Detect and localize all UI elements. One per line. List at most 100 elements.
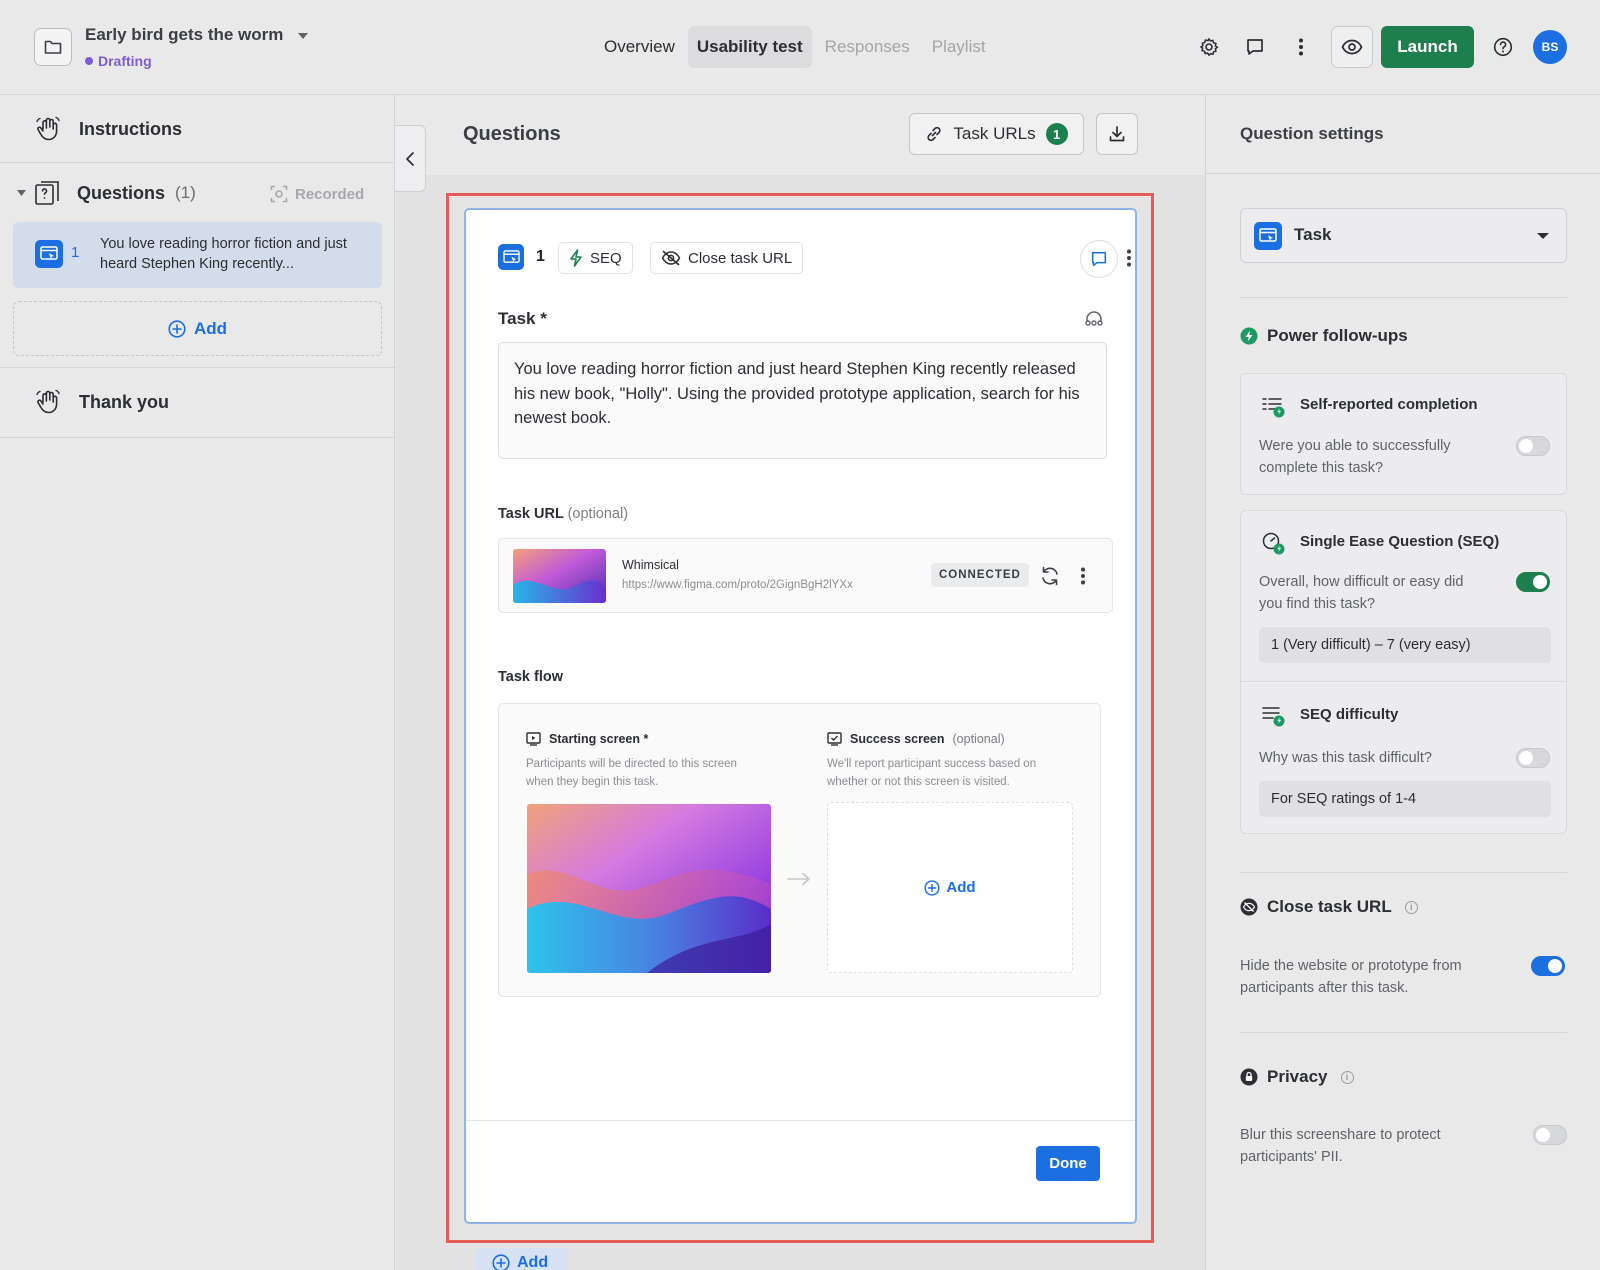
tab-playlist[interactable]: Playlist: [923, 26, 995, 68]
tab-overview[interactable]: Overview: [595, 26, 684, 68]
add-label: Add: [946, 879, 976, 896]
settings-button[interactable]: [1194, 32, 1224, 62]
add-label: Add: [517, 1254, 549, 1270]
waving-hand-icon: [36, 116, 60, 141]
seq-difficulty-title: SEQ difficulty: [1300, 706, 1399, 723]
close-task-url-title: Close task URL: [1267, 897, 1392, 916]
collapse-sidebar-button[interactable]: [395, 125, 426, 192]
privacy-heading: Privacy i: [1240, 1067, 1354, 1087]
add-question-button[interactable]: Add: [13, 301, 382, 356]
waving-hand-icon: [36, 389, 60, 414]
lock-circle-icon: [1240, 1068, 1258, 1086]
task-urls-label: Task URLs: [953, 124, 1036, 143]
starting-screen-label: Starting screen *: [549, 732, 649, 746]
thank-you-label: Thank you: [79, 391, 170, 412]
preview-button[interactable]: [1331, 26, 1373, 68]
question-type-select[interactable]: Task: [1240, 208, 1567, 263]
editor-header: Questions Task URLs 1: [396, 95, 1205, 175]
card-header: 1 SEQ Close task URL: [498, 240, 1131, 278]
sidebar-item-instructions[interactable]: Instructions: [0, 95, 395, 163]
add-question-button-bottom[interactable]: Add: [476, 1248, 568, 1270]
privacy-toggle[interactable]: [1533, 1125, 1567, 1145]
left-sidebar: Instructions Questions (1) Recorded 1 Yo…: [0, 95, 395, 1270]
seq-difficulty-condition-field[interactable]: For SEQ ratings of 1-4: [1259, 781, 1551, 817]
seq-title: Single Ease Question (SEQ): [1300, 533, 1500, 550]
refresh-button[interactable]: [1039, 565, 1061, 592]
url-more-button[interactable]: [1080, 566, 1086, 591]
self-reported-desc: Were you able to successfully complete t…: [1259, 438, 1451, 476]
divider: [0, 437, 395, 438]
task-url-row[interactable]: Whimsical https://www.figma.com/proto/2G…: [498, 538, 1113, 613]
info-icon[interactable]: i: [1340, 1070, 1354, 1084]
task-type-icon: [1254, 222, 1282, 250]
seq-chip[interactable]: SEQ: [558, 242, 633, 274]
card-more-button[interactable]: [1126, 248, 1132, 273]
add-success-screen-button[interactable]: Add: [827, 802, 1073, 973]
tab-responses[interactable]: Responses: [816, 26, 919, 68]
eye-off-icon: [661, 250, 681, 266]
close-task-url-heading: Close task URL i: [1240, 897, 1418, 917]
done-button[interactable]: Done: [1036, 1146, 1100, 1181]
play-screen-icon: [526, 732, 541, 746]
task-flow-label: Task flow: [498, 669, 563, 685]
task-urls-count-badge: 1: [1045, 123, 1068, 145]
plus-circle-icon: [924, 879, 941, 896]
headset-icon: [1085, 311, 1103, 326]
more-menu-button[interactable]: [1286, 32, 1316, 62]
divider: [1241, 681, 1566, 682]
question-number-group: 1: [498, 244, 545, 270]
project-dropdown-icon[interactable]: [298, 33, 308, 39]
comment-button[interactable]: [1080, 240, 1118, 278]
tab-usability-test[interactable]: Usability test: [687, 26, 812, 68]
comment-icon: [1091, 251, 1107, 267]
plus-circle-icon: [492, 1254, 510, 1270]
help-button[interactable]: [1488, 32, 1518, 62]
close-task-url-chip[interactable]: Close task URL: [650, 242, 804, 274]
self-reported-toggle[interactable]: [1516, 436, 1550, 456]
info-icon[interactable]: i: [1404, 900, 1418, 914]
self-reported-title: Self-reported completion: [1300, 396, 1478, 413]
help-icon: [1493, 37, 1513, 57]
prototype-thumbnail: [513, 549, 606, 603]
divider: [1206, 173, 1600, 174]
ai-assist-button[interactable]: [1084, 310, 1104, 333]
folder-button[interactable]: [34, 28, 72, 66]
instructions-label: Instructions: [79, 118, 183, 139]
seq-card: Single Ease Question (SEQ) Overall, how …: [1240, 510, 1567, 834]
optional-label: (optional): [567, 506, 629, 522]
divider: [1240, 297, 1567, 298]
recorded-indicator: Recorded: [270, 185, 364, 203]
project-title[interactable]: Early bird gets the worm: [85, 25, 283, 45]
gear-icon: [1200, 38, 1219, 56]
comments-button[interactable]: [1240, 32, 1270, 62]
project-status: Drafting: [85, 53, 152, 69]
seq-scale-field[interactable]: 1 (Very difficult) – 7 (very easy): [1259, 627, 1551, 663]
sidebar-item-thank-you[interactable]: Thank you: [0, 367, 395, 437]
eye-off-circle-icon: [1240, 898, 1258, 916]
seq-difficulty-desc: Why was this task difficult?: [1259, 750, 1432, 766]
prototype-name: Whimsical: [622, 558, 679, 572]
power-followups-heading: Power follow-ups: [1240, 326, 1408, 346]
connected-badge: CONNECTED: [931, 563, 1029, 587]
launch-button[interactable]: Launch: [1381, 26, 1474, 68]
seq-toggle[interactable]: [1516, 572, 1550, 592]
close-task-url-desc: Hide the website or prototype from parti…: [1240, 958, 1462, 996]
task-url-label-text: Task URL: [498, 506, 564, 522]
avatar[interactable]: BS: [1533, 30, 1567, 64]
link-icon: [927, 126, 942, 142]
question-list-item[interactable]: 1 You love reading horror fiction and ju…: [13, 222, 382, 288]
more-vertical-icon: [1081, 567, 1085, 585]
question-type-label: Task: [1294, 225, 1332, 244]
close-task-url-toggle[interactable]: [1531, 956, 1565, 976]
download-button[interactable]: [1096, 113, 1138, 155]
seq-difficulty-toggle[interactable]: [1516, 748, 1550, 768]
task-type-icon: [35, 240, 63, 268]
caret-down-icon: [1537, 233, 1549, 239]
self-reported-completion-card: Self-reported completion Were you able t…: [1240, 373, 1567, 495]
task-urls-button[interactable]: Task URLs 1: [909, 113, 1084, 155]
starting-screen-image[interactable]: [527, 804, 771, 973]
recorded-label: Recorded: [295, 185, 365, 203]
task-description-input[interactable]: You love reading horror fiction and just…: [498, 342, 1107, 459]
question-number: 1: [71, 244, 80, 261]
task-label: Task *: [498, 309, 547, 328]
